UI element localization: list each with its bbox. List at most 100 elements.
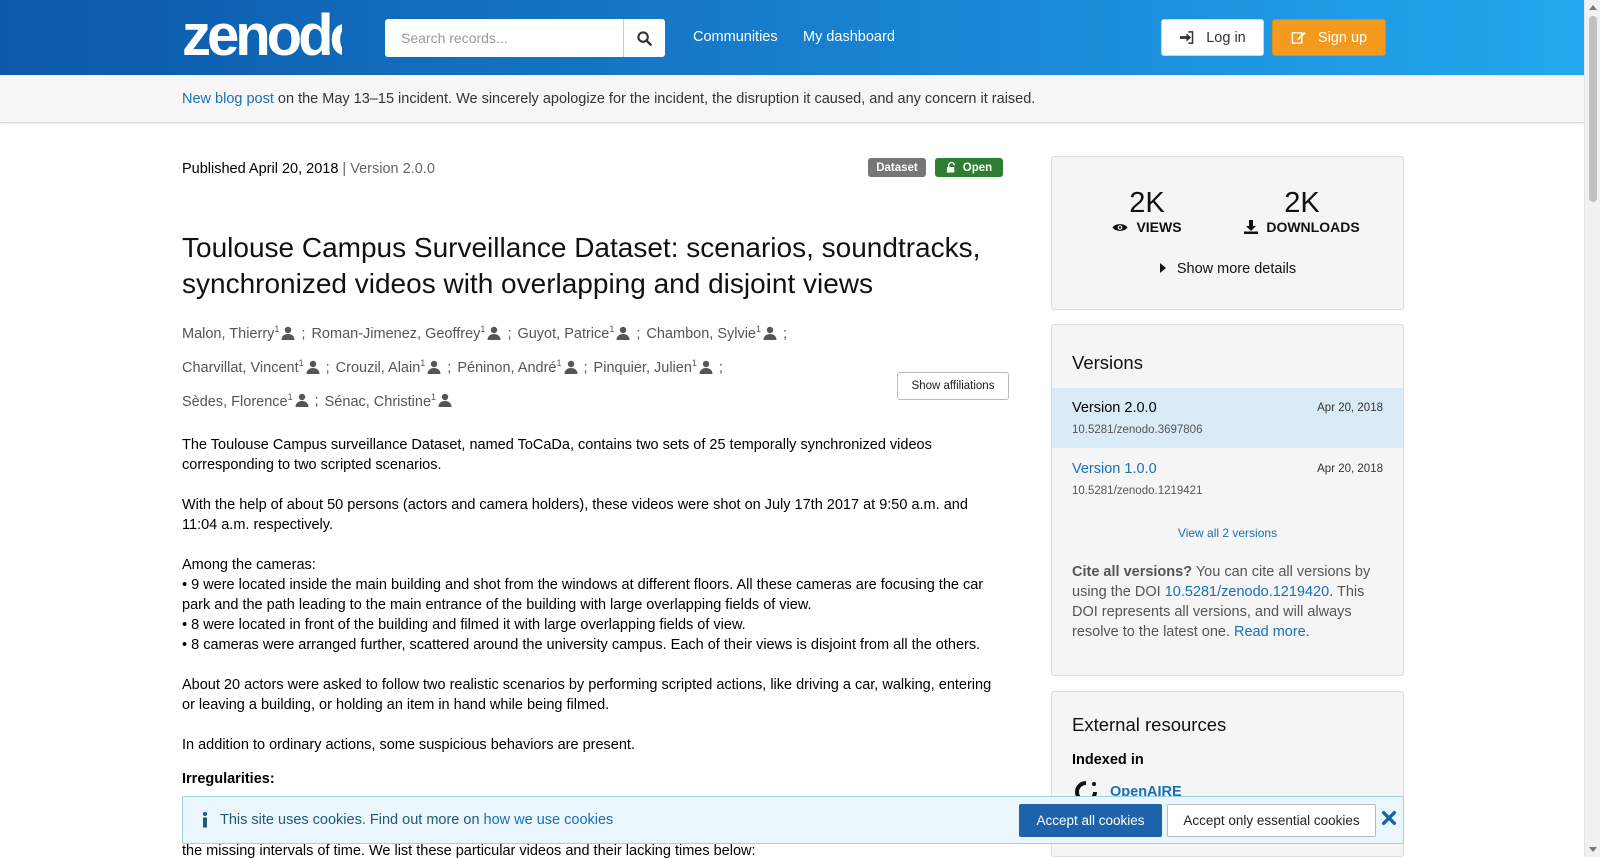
download-icon bbox=[1244, 220, 1259, 234]
affiliation-number: 1 bbox=[480, 324, 486, 334]
list-item: • 9 were located inside the main buildin… bbox=[182, 577, 984, 613]
close-icon[interactable] bbox=[1381, 808, 1397, 828]
person-icon bbox=[281, 323, 295, 350]
search-icon bbox=[637, 30, 652, 46]
top-navbar: zenodo Communities My dashboard Log in S… bbox=[0, 0, 1584, 75]
views-label-text: VIEWS bbox=[1136, 219, 1182, 235]
show-affiliations-button[interactable]: Show affiliations bbox=[897, 372, 1009, 400]
person-icon bbox=[616, 323, 630, 350]
creator-separator: ; bbox=[507, 325, 512, 342]
announcement-banner: New blog post on the May 13–15 incident.… bbox=[0, 75, 1584, 123]
creator-separator: ; bbox=[314, 393, 319, 410]
affiliation-number: 1 bbox=[420, 357, 426, 368]
view-all-versions: View all 2 versions bbox=[1052, 526, 1403, 540]
version-doi: 10.5281/zenodo.3697806 bbox=[1072, 424, 1203, 436]
login-button[interactable]: Log in bbox=[1161, 19, 1264, 56]
cite-all-versions: Cite all versions? You can cite all vers… bbox=[1072, 562, 1392, 642]
caret-right-icon bbox=[1159, 263, 1166, 273]
creator-name[interactable]: Péninon, André bbox=[457, 360, 556, 376]
blog-post-link[interactable]: New blog post bbox=[182, 91, 274, 107]
affiliation-number: 1 bbox=[274, 324, 280, 334]
views-count: 2K bbox=[1129, 187, 1165, 219]
cite-period: . bbox=[1305, 624, 1310, 640]
sign-in-icon bbox=[1180, 31, 1194, 44]
creator-name[interactable]: Charvillat, Vincent bbox=[182, 360, 299, 376]
zenodo-logo[interactable]: zenodo bbox=[182, 8, 342, 60]
description-paragraph: About 20 actors were asked to follow two… bbox=[182, 677, 992, 713]
creator: Péninon, André1; bbox=[457, 350, 587, 384]
search-button[interactable] bbox=[624, 19, 665, 57]
scrollbar-thumb[interactable] bbox=[1589, 16, 1597, 202]
downloads-label: DOWNLOADS bbox=[1222, 219, 1382, 235]
cookie-banner: This site uses cookies. Find out more on… bbox=[182, 796, 1404, 844]
creator-name[interactable]: Pinquier, Julien bbox=[594, 360, 692, 376]
affiliation-number: 1 bbox=[298, 357, 304, 368]
creator-name[interactable]: Malon, Thierry bbox=[182, 326, 274, 342]
nav-my-dashboard[interactable]: My dashboard bbox=[803, 29, 895, 45]
read-more-link[interactable]: Read more bbox=[1234, 624, 1306, 640]
creators-list: Malon, Thierry1; Roman-Jimenez, Geoffrey1… bbox=[182, 316, 1002, 417]
svg-text:zenodo: zenodo bbox=[182, 8, 342, 60]
cookie-policy-link[interactable]: how we use cookies bbox=[484, 812, 614, 828]
search-input[interactable] bbox=[385, 19, 624, 57]
cite-heading: Cite all versions? bbox=[1072, 564, 1193, 580]
person-icon bbox=[295, 390, 309, 417]
person-icon bbox=[427, 357, 441, 384]
resource-type-badge: Dataset bbox=[868, 158, 926, 177]
creator-separator: ; bbox=[583, 359, 588, 376]
stats-panel: 2K VIEWS 2K DOWNLOADS Show more details bbox=[1051, 156, 1404, 310]
version-link[interactable]: Version 1.0.0 bbox=[1072, 461, 1157, 477]
view-all-versions-link[interactable]: View all 2 versions bbox=[1178, 526, 1277, 540]
external-heading: External resources bbox=[1072, 714, 1227, 735]
creator: Malon, Thierry1; bbox=[182, 316, 305, 350]
version-separator: | bbox=[338, 161, 351, 177]
creator: Sénac, Christine1 bbox=[325, 384, 452, 418]
creator-separator: ; bbox=[636, 325, 641, 342]
creator-name[interactable]: Chambon, Sylvie bbox=[646, 326, 756, 342]
accept-essential-cookies-button[interactable]: Accept only essential cookies bbox=[1167, 804, 1376, 837]
signup-label: Sign up bbox=[1317, 29, 1368, 46]
record-title: Toulouse Campus Surveillance Dataset: sc… bbox=[182, 232, 981, 299]
record-description: The Toulouse Campus surveillance Dataset… bbox=[182, 435, 1007, 789]
accept-all-cookies-button[interactable]: Accept all cookies bbox=[1019, 804, 1162, 837]
list-item: • 8 cameras were arranged further, scatt… bbox=[182, 637, 981, 653]
creator-name[interactable]: Sèdes, Florence bbox=[182, 393, 288, 409]
description-paragraph: The Toulouse Campus surveillance Dataset… bbox=[182, 437, 932, 473]
creator-separator: ; bbox=[718, 359, 723, 376]
list-item: • 8 were located in front of the buildin… bbox=[182, 617, 746, 633]
creator-name[interactable]: Crouzil, Alain bbox=[336, 360, 421, 376]
person-icon bbox=[763, 323, 777, 350]
publication-info: Published April 20, 2018 | Version 2.0.0 bbox=[182, 161, 435, 177]
person-icon bbox=[699, 357, 713, 384]
search-box bbox=[385, 19, 665, 57]
page-scrollbar[interactable] bbox=[1584, 0, 1600, 857]
creator-name[interactable]: Roman-Jimenez, Geoffrey bbox=[311, 326, 480, 342]
scroll-down-arrow[interactable] bbox=[1589, 847, 1597, 852]
creator-separator: ; bbox=[447, 359, 452, 376]
affiliation-number: 1 bbox=[287, 391, 293, 402]
affiliation-number: 1 bbox=[756, 324, 762, 334]
creator-name[interactable]: Sénac, Christine bbox=[325, 393, 431, 409]
version-date: Apr 20, 2018 bbox=[1317, 402, 1383, 414]
signup-button[interactable]: Sign up bbox=[1272, 19, 1386, 56]
nav-communities[interactable]: Communities bbox=[693, 29, 778, 45]
login-label: Log in bbox=[1206, 29, 1246, 46]
scroll-up-arrow[interactable] bbox=[1589, 5, 1597, 10]
views-label: VIEWS bbox=[1067, 219, 1227, 235]
more-details-label: Show more details bbox=[1176, 261, 1297, 277]
resource-type-label: Dataset bbox=[876, 161, 918, 174]
affiliation-number: 1 bbox=[691, 357, 697, 368]
show-more-details[interactable]: Show more details bbox=[1052, 261, 1403, 277]
creator: Guyot, Patrice1; bbox=[517, 316, 640, 350]
description-paragraph: In addition to ordinary actions, some su… bbox=[182, 737, 635, 753]
version-row: Version 1.0.0 Apr 20, 2018 10.5281/zenod… bbox=[1052, 449, 1403, 509]
concept-doi-link[interactable]: 10.5281/zenodo.1219420 bbox=[1165, 584, 1330, 600]
affiliation-number: 1 bbox=[431, 391, 437, 402]
creator: Sèdes, Florence1; bbox=[182, 384, 319, 418]
version-row-active[interactable]: Version 2.0.0 Apr 20, 2018 10.5281/zenod… bbox=[1052, 388, 1403, 448]
creator: Pinquier, Julien1; bbox=[594, 350, 723, 384]
creator-name[interactable]: Guyot, Patrice bbox=[517, 326, 609, 342]
indexed-in-label: Indexed in bbox=[1072, 752, 1144, 768]
creator-separator: ; bbox=[325, 359, 330, 376]
eye-icon bbox=[1112, 223, 1128, 231]
